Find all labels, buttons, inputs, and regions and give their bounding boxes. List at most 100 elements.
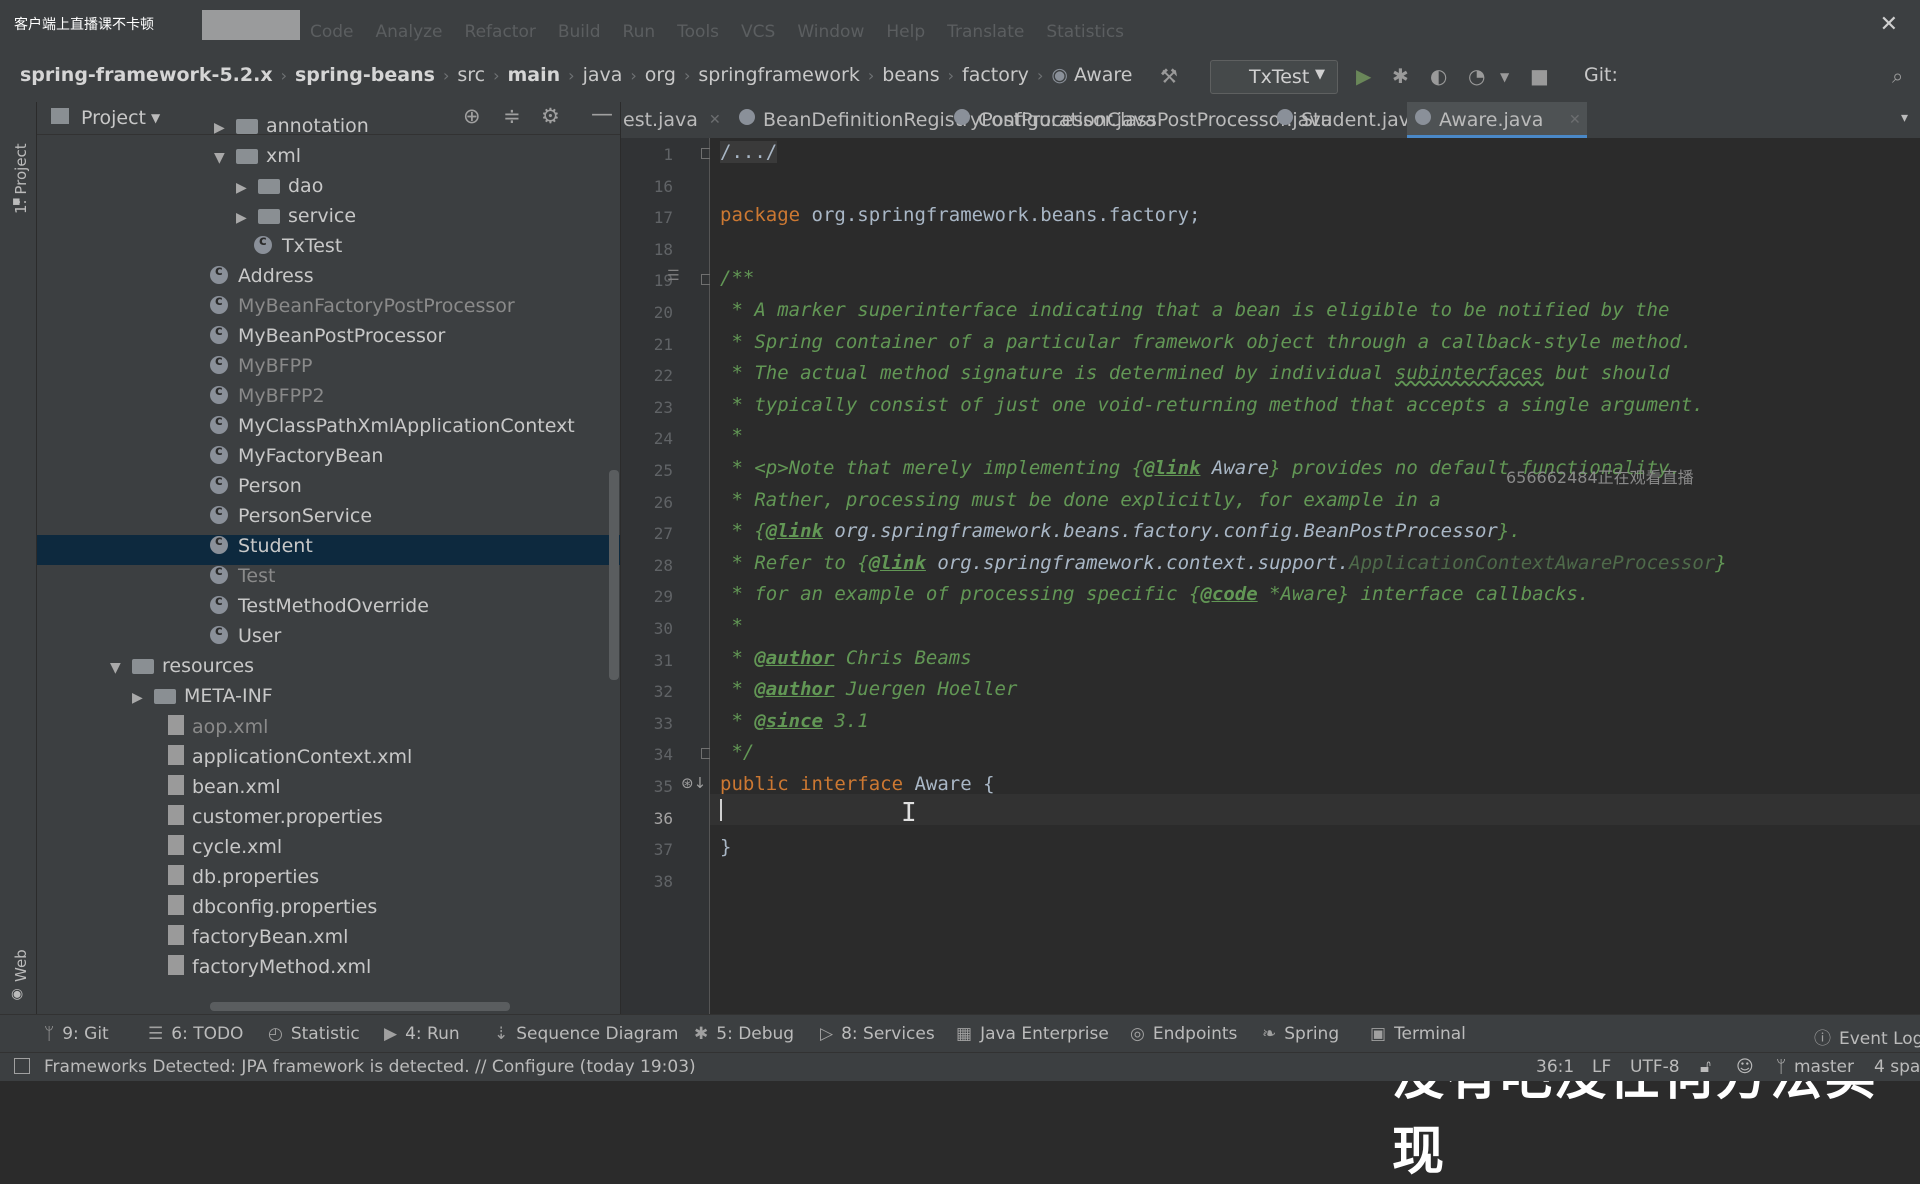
menu-item-help[interactable]: Help <box>886 22 925 42</box>
run-config-selector[interactable]: TxTest ▼ <box>1210 60 1338 94</box>
profile-icon[interactable]: ◔ <box>1468 64 1485 88</box>
tree-item-folder[interactable]: ▼ xml <box>214 145 301 175</box>
layout-toggle-icon[interactable] <box>14 1058 30 1074</box>
tree-item-class[interactable]: MyBeanFactoryPostProcessor <box>210 294 515 325</box>
breadcrumb-item[interactable]: src <box>457 64 485 86</box>
chevron-down-icon[interactable]: ▾ <box>1901 110 1908 138</box>
status-message[interactable]: Frameworks Detected: JPA framework is de… <box>44 1057 696 1077</box>
inspector-icon[interactable]: ☺ <box>1736 1057 1754 1077</box>
menu-item-tools[interactable]: Tools <box>677 22 719 42</box>
tree-item-file[interactable]: aop.xml <box>168 715 268 745</box>
menu-item-vcs[interactable]: VCS <box>741 22 775 42</box>
close-icon[interactable]: ✕ <box>1569 112 1581 128</box>
git-branch[interactable]: master <box>1794 1057 1854 1077</box>
tab-configurationclasspostprocessor[interactable]: ConfigurationClassPostProcessor.java✕ <box>946 102 1332 138</box>
breadcrumb-item[interactable]: springframework <box>698 64 859 86</box>
menu-item-translate[interactable]: Translate <box>947 22 1024 42</box>
tree-item-class[interactable]: MyClassPathXmlApplicationContext <box>210 414 575 445</box>
tab-aware[interactable]: Aware.java ✕ <box>1407 102 1587 138</box>
code-editor[interactable]: /.../ package org.springframework.beans.f… <box>710 138 1920 1182</box>
tab-est[interactable]: est.java ✕ <box>621 102 731 138</box>
tool-window-statistic[interactable]: ◴ Statistic <box>268 1024 360 1044</box>
breadcrumb-item[interactable]: main <box>508 64 561 86</box>
breadcrumb-item[interactable]: factory <box>962 64 1029 86</box>
chevron-right-icon[interactable]: ▶ <box>132 690 154 706</box>
tab-beandefinitionregistrypostprocessor[interactable]: BeanDefinitionRegistryPostProcessor.java… <box>731 102 1157 138</box>
menu-item-analyze[interactable]: Analyze <box>376 22 443 42</box>
menu-item-refactor[interactable]: Refactor <box>465 22 536 42</box>
breadcrumb-item[interactable]: Aware <box>1074 64 1133 86</box>
search-icon[interactable]: ⌕ <box>1892 64 1903 88</box>
debug-bug-icon[interactable]: ✱ <box>1392 64 1409 88</box>
tree-item-class[interactable]: TxTest <box>254 234 342 265</box>
lock-icon[interactable]: 🔓︎ <box>1700 1057 1711 1077</box>
breadcrumb-item[interactable]: beans <box>882 64 939 86</box>
tree-item-class[interactable]: Test <box>210 564 275 595</box>
tree-item-folder[interactable]: ▶ service <box>236 205 356 235</box>
tree-item-file[interactable]: factoryMethod.xml <box>168 955 371 985</box>
chevron-down-icon[interactable]: ▼ <box>151 111 160 125</box>
tree-item-class[interactable]: MyBFPP <box>210 354 313 385</box>
close-icon[interactable]: ✕ <box>709 112 721 128</box>
menu-item-run[interactable]: Run <box>623 22 656 42</box>
tree-item-folder[interactable]: ▶ dao <box>236 175 323 205</box>
breadcrumb-item[interactable]: spring-framework-5.2.x <box>20 64 273 86</box>
breadcrumb-item[interactable]: org <box>645 64 676 86</box>
tree-item-class[interactable]: Person <box>210 474 302 505</box>
tree-item-class[interactable]: TestMethodOverride <box>210 594 429 625</box>
tool-window-todo[interactable]: ☰ 6: TODO <box>148 1024 243 1044</box>
tree-item-file[interactable]: db.properties <box>168 865 319 895</box>
tree-item-class[interactable]: User <box>210 624 281 655</box>
chevron-right-icon[interactable]: ▶ <box>236 210 258 226</box>
run-icon[interactable]: ▶ <box>1356 64 1371 88</box>
implemented-marker-icon[interactable]: ⊛↓ <box>681 774 706 792</box>
tree-item-folder[interactable]: ▶ annotation <box>214 115 369 145</box>
tree-item-file[interactable]: factoryBean.xml <box>168 925 348 955</box>
build-hammer-icon[interactable]: ⚒ <box>1160 64 1178 88</box>
file-encoding[interactable]: UTF-8 <box>1630 1057 1680 1077</box>
tree-item-file[interactable]: cycle.xml <box>168 835 282 865</box>
breadcrumb-item[interactable]: spring-beans <box>295 64 435 86</box>
locate-crosshair-icon[interactable]: ⊕ <box>463 104 481 128</box>
tool-window-sequence-diagram[interactable]: ⇣ Sequence Diagram <box>494 1024 679 1044</box>
tree-item-class[interactable]: MyBFPP2 <box>210 384 325 415</box>
tool-window-terminal[interactable]: ▣ Terminal <box>1370 1024 1466 1044</box>
chevron-down-icon[interactable]: ▼ <box>214 150 236 166</box>
tool-window-debug[interactable]: ✱ 5: Debug <box>694 1024 794 1044</box>
gear-icon[interactable]: ⚙ <box>541 104 560 128</box>
chevron-right-icon[interactable]: ▶ <box>214 120 236 136</box>
indent-setting[interactable]: 4 spa <box>1874 1057 1920 1077</box>
tree-item-class[interactable]: MyFactoryBean <box>210 444 383 475</box>
tool-window-spring[interactable]: ❧ Spring <box>1262 1024 1339 1044</box>
tree-item-class[interactable]: MyBeanPostProcessor <box>210 324 445 355</box>
tree-item-folder[interactable]: ▶ META-INF <box>132 685 273 715</box>
tool-window-run[interactable]: ▶ 4: Run <box>384 1024 460 1044</box>
close-icon[interactable]: ✕ <box>1880 12 1898 37</box>
tool-window-event-log[interactable]: ⓘ Event Log <box>1814 1024 1920 1049</box>
collapse-all-icon[interactable]: ≑ <box>503 104 521 128</box>
tree-item-class[interactable]: PersonService <box>210 504 372 535</box>
coverage-icon[interactable]: ◐ <box>1430 64 1447 88</box>
menu-item-statistics[interactable]: Statistics <box>1046 22 1124 42</box>
tool-window-java-enterprise[interactable]: ▦ Java Enterprise <box>956 1024 1109 1044</box>
web-tool-button[interactable]: Web <box>12 949 30 982</box>
tool-window-endpoints[interactable]: ◎ Endpoints <box>1130 1024 1237 1044</box>
stop-icon[interactable]: ■ <box>1530 64 1549 88</box>
tool-window-services[interactable]: ▷ 8: Services <box>820 1024 935 1044</box>
chevron-down-icon[interactable]: ▼ <box>1500 70 1509 84</box>
tree-item-file[interactable]: bean.xml <box>168 775 281 805</box>
caret-position[interactable]: 36:1 <box>1536 1057 1574 1077</box>
tree-item-file[interactable]: customer.properties <box>168 805 383 835</box>
chevron-down-icon[interactable]: ▼ <box>110 660 132 676</box>
tree-item-class[interactable]: Address <box>210 264 314 295</box>
tree-item-file[interactable]: applicationContext.xml <box>168 745 412 775</box>
minimize-icon[interactable]: — <box>591 102 613 127</box>
tree-item-file[interactable]: dbconfig.properties <box>168 895 377 925</box>
menu-item-code[interactable]: Code <box>310 22 354 42</box>
menu-item-window[interactable]: Window <box>797 22 864 42</box>
tool-window-git[interactable]: ᛘ 9: Git <box>44 1024 109 1044</box>
tree-item-folder[interactable]: ▼ resources <box>110 655 254 685</box>
chevron-right-icon[interactable]: ▶ <box>236 180 258 196</box>
project-horizontal-scrollbar[interactable] <box>210 1002 510 1011</box>
breadcrumb-item[interactable]: java <box>583 64 623 86</box>
